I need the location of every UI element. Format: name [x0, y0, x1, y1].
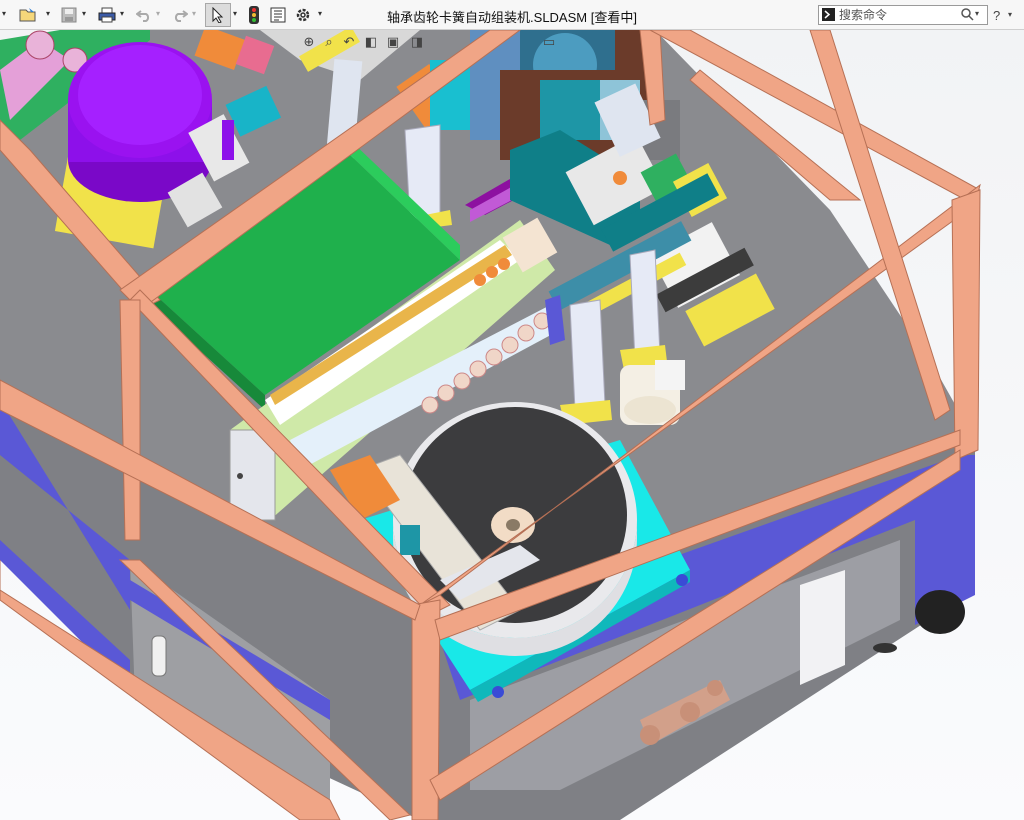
- save-icon[interactable]: [58, 4, 80, 26]
- cabinet-door-handle: [151, 635, 167, 677]
- zoom-to-area-icon[interactable]: ⌕: [320, 34, 338, 50]
- print-icon[interactable]: [96, 4, 118, 26]
- undo-dropdown-caret[interactable]: ▾: [156, 9, 160, 18]
- open-dropdown-caret[interactable]: ▾: [46, 9, 50, 18]
- previous-view-icon[interactable]: ↶: [340, 34, 358, 50]
- search-dropdown-caret[interactable]: ▾: [975, 9, 979, 18]
- open-icon[interactable]: [16, 4, 40, 26]
- traffic-light-icon[interactable]: [246, 4, 262, 26]
- options-icon[interactable]: [292, 4, 314, 26]
- search-commands-icon: [822, 8, 835, 21]
- assembly-model-view[interactable]: [0, 30, 1024, 820]
- section-view-icon[interactable]: ◧: [362, 34, 380, 50]
- monitor-icon[interactable]: ▭: [540, 34, 558, 50]
- help-icon[interactable]: ?: [993, 8, 1000, 23]
- redo-dropdown-caret[interactable]: ▾: [192, 9, 196, 18]
- caster-wheel: [915, 590, 965, 634]
- search-input[interactable]: [839, 7, 959, 23]
- graphics-viewport[interactable]: ⊕ ⌕ ↶ ◧ ▣ ◨ ▭: [0, 30, 1024, 820]
- title-bar: ▾ ▾ ▾ ▾ ▾ ▾ ▾ ▾ 轴承齿轮卡簧自动组装机.SLDASM [查看中]: [0, 0, 1024, 30]
- new-dropdown-caret[interactable]: ▾: [2, 9, 6, 18]
- undo-icon[interactable]: [134, 4, 154, 26]
- options-dropdown-caret[interactable]: ▾: [318, 9, 322, 18]
- search-box[interactable]: ▾: [818, 5, 988, 25]
- save-dropdown-caret[interactable]: ▾: [82, 9, 86, 18]
- display-style-icon[interactable]: ◨: [408, 34, 426, 50]
- select-dropdown-caret[interactable]: ▾: [233, 9, 237, 18]
- zoom-to-fit-icon[interactable]: ⊕: [300, 34, 318, 50]
- help-dropdown-caret[interactable]: ▾: [1008, 10, 1012, 19]
- redo-icon[interactable]: [170, 4, 190, 26]
- search-icon[interactable]: [961, 8, 974, 26]
- select-icon[interactable]: [205, 3, 231, 27]
- print-dropdown-caret[interactable]: ▾: [120, 9, 124, 18]
- view-orientation-icon[interactable]: ▣: [384, 34, 402, 50]
- file-properties-icon[interactable]: [268, 4, 288, 26]
